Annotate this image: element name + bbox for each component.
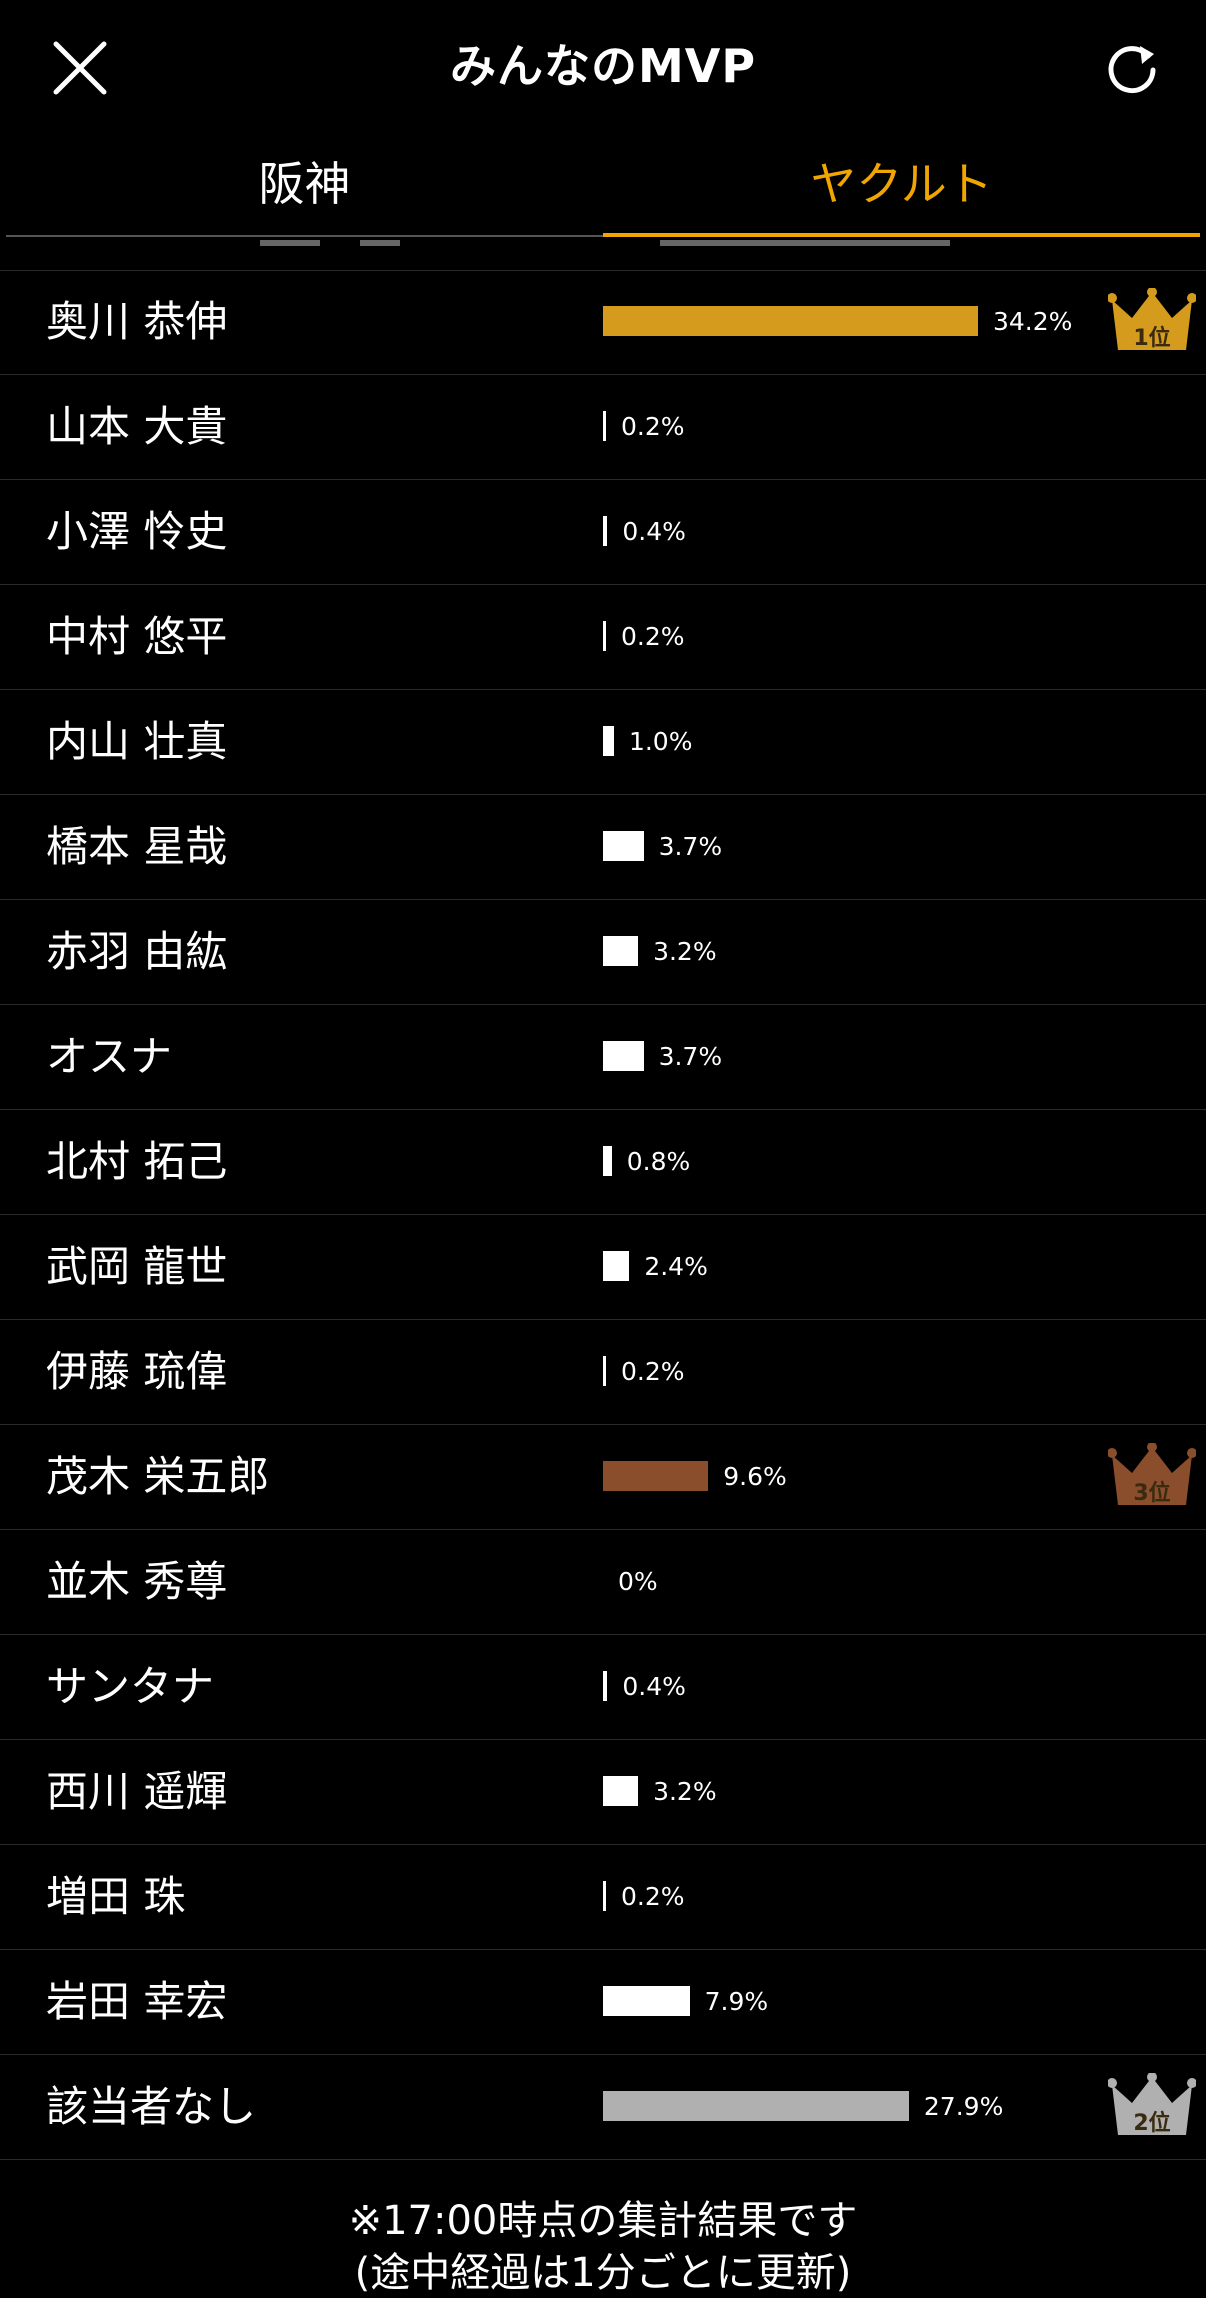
rank-label: 3位 — [1133, 1480, 1170, 1506]
player-row[interactable]: 武岡 龍世 2.4% — [0, 1215, 1206, 1320]
vote-bar — [603, 1146, 612, 1176]
vote-bar — [603, 1776, 639, 1806]
player-name: 増田 珠 — [46, 1872, 186, 1921]
vote-percentage: 0.4% — [622, 1672, 686, 1701]
player-row[interactable]: 増田 珠 0.2% — [0, 1845, 1206, 1950]
player-name: 中村 悠平 — [46, 612, 228, 661]
tab-hanshin[interactable]: 阪神 — [6, 140, 603, 238]
player-row[interactable]: 茂木 栄五郎 9.6% 3位 — [0, 1425, 1206, 1530]
player-name: 北村 拓己 — [46, 1137, 228, 1186]
vote-bar — [603, 726, 614, 756]
crown-icon: 3位 — [1108, 1443, 1196, 1506]
player-row[interactable]: 山本 大貴 0.2% — [0, 375, 1206, 480]
rank-label: 2位 — [1133, 2110, 1170, 2136]
player-row[interactable]: 岩田 幸宏 7.9% — [0, 1950, 1206, 2055]
player-row[interactable]: 奥川 恭伸 34.2% 1位 — [0, 270, 1206, 375]
vote-bar — [603, 1986, 690, 2016]
vote-bar — [603, 831, 644, 861]
page-title: みんなのMVP — [449, 39, 757, 93]
player-name: 奥川 恭伸 — [46, 297, 228, 346]
vote-bar — [603, 1356, 606, 1386]
player-name: 山本 大貴 — [46, 402, 228, 451]
vote-percentage: 0.8% — [626, 1147, 691, 1176]
player-name: 並木 秀尊 — [46, 1557, 228, 1606]
vote-percentage: 0% — [618, 1567, 658, 1596]
vote-percentage: 0.4% — [622, 517, 686, 546]
player-row[interactable]: 内山 壮真 1.0% — [0, 690, 1206, 795]
vote-percentage: 27.9% — [923, 2092, 1004, 2121]
vote-percentage: 7.9% — [704, 1987, 769, 2016]
vote-bar — [603, 2091, 909, 2121]
vote-bar — [603, 621, 606, 651]
vote-bar — [603, 516, 608, 546]
text-remnant — [660, 240, 950, 246]
vote-percentage: 3.2% — [653, 1777, 717, 1806]
vote-percentage: 9.6% — [723, 1462, 787, 1491]
header-bar: みんなのMVP — [0, 0, 1206, 140]
player-name: 岩田 幸宏 — [46, 1977, 228, 2026]
vote-bar — [603, 411, 606, 441]
vote-percentage: 3.7% — [658, 1042, 723, 1071]
vote-percentage: 0.2% — [621, 622, 685, 651]
team-tabs: 阪神 ヤクルト — [6, 140, 1200, 238]
vote-bar — [603, 306, 978, 336]
vote-percentage: 0.2% — [621, 1357, 685, 1386]
vote-bar — [603, 1881, 606, 1911]
vote-bar — [603, 1461, 709, 1491]
tab-divider — [6, 235, 603, 237]
player-name: 該当者なし — [46, 2082, 257, 2131]
vote-percentage: 3.7% — [658, 832, 723, 861]
player-row[interactable]: 赤羽 由紘 3.2% — [0, 900, 1206, 1005]
vote-percentage: 3.2% — [653, 937, 717, 966]
player-name: 茂木 栄五郎 — [46, 1452, 270, 1501]
player-name: 伊藤 琉偉 — [46, 1347, 228, 1396]
vote-bar — [603, 1041, 644, 1071]
vote-percentage: 0.2% — [621, 412, 685, 441]
vote-percentage: 2.4% — [644, 1252, 708, 1281]
player-name: オスナ — [46, 1032, 173, 1081]
player-row[interactable]: サンタナ 0.4% — [0, 1635, 1206, 1740]
player-row[interactable]: 北村 拓己 0.8% — [0, 1110, 1206, 1215]
crown-icon: 2位 — [1108, 2073, 1196, 2136]
vote-results-list: 奥川 恭伸 34.2% 1位山本 大貴 0.2% 小澤 怜史 0.4% 中村 悠平 0.2% 内… — [0, 270, 1206, 2160]
text-remnant — [260, 240, 320, 246]
player-name: 小澤 怜史 — [46, 507, 228, 556]
player-row[interactable]: 橋本 星哉 3.7% — [0, 795, 1206, 900]
player-name: 内山 壮真 — [46, 717, 228, 766]
scrolled-row-remnant — [0, 240, 1206, 271]
player-row[interactable]: 小澤 怜史 0.4% — [0, 480, 1206, 585]
player-name: 武岡 龍世 — [46, 1242, 228, 1291]
crown-icon: 1位 — [1108, 288, 1196, 351]
player-row[interactable]: 中村 悠平 0.2% — [0, 585, 1206, 690]
vote-bar — [603, 1671, 608, 1701]
vote-percentage: 1.0% — [628, 727, 693, 756]
text-remnant — [360, 240, 400, 246]
tab-active-indicator — [603, 233, 1200, 237]
player-row[interactable]: 西川 遥輝 3.2% — [0, 1740, 1206, 1845]
player-name: 橋本 星哉 — [46, 822, 228, 871]
player-row[interactable]: 並木 秀尊 0% — [0, 1530, 1206, 1635]
vote-bar — [603, 1251, 630, 1281]
vote-percentage: 34.2% — [993, 307, 1073, 336]
player-row[interactable]: オスナ 3.7% — [0, 1005, 1206, 1110]
player-row[interactable]: 伊藤 琉偉 0.2% — [0, 1320, 1206, 1425]
player-name: 西川 遥輝 — [46, 1767, 228, 1816]
footer-note-line1: ※17:00時点の集計結果です — [348, 2198, 858, 2244]
tab-yakult[interactable]: ヤクルト — [603, 140, 1200, 238]
vote-percentage: 0.2% — [621, 1882, 685, 1911]
rank-label: 1位 — [1133, 325, 1170, 351]
vote-bar — [603, 936, 639, 966]
refresh-icon[interactable] — [1104, 40, 1160, 96]
player-row[interactable]: 該当者なし 27.9% 2位 — [0, 2055, 1206, 2160]
footer-note-line2: (途中経過は1分ごとに更新) — [354, 2250, 852, 2296]
player-name: 赤羽 由紘 — [46, 927, 228, 976]
player-name: サンタナ — [46, 1662, 215, 1711]
